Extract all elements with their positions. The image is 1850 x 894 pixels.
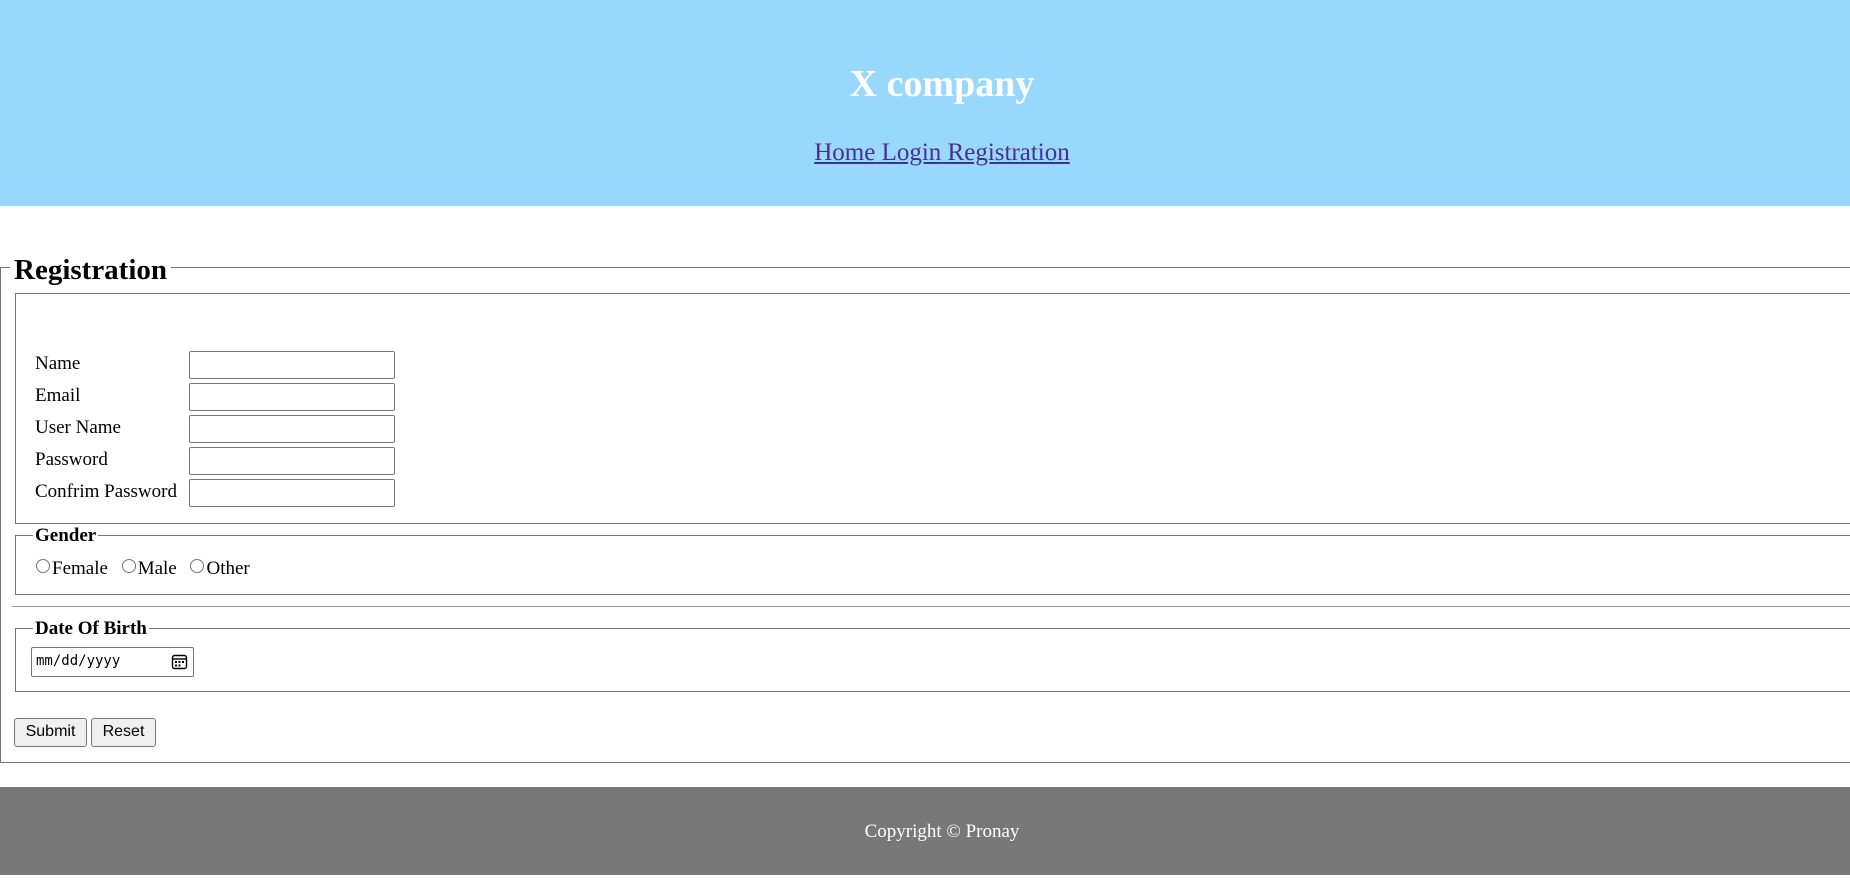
other-label: Other <box>206 558 250 579</box>
copyright-text: Copyright © Pronay <box>864 821 1020 842</box>
section-divider <box>12 606 1850 607</box>
gender-option-female[interactable]: Female <box>36 558 108 579</box>
dob-input[interactable]: mm/dd/yyyy <box>31 647 194 677</box>
female-radio[interactable] <box>36 559 50 573</box>
other-radio[interactable] <box>190 559 205 573</box>
calendar-icon[interactable] <box>171 653 188 670</box>
password-label: Password <box>35 449 108 470</box>
dob-placeholder: mm/dd/yyyy <box>36 653 121 669</box>
gender-legend: Gender <box>33 525 99 547</box>
nav-login-link[interactable]: Login <box>882 139 942 166</box>
name-input[interactable] <box>189 351 395 379</box>
confirm-password-label: Confrim Password <box>35 481 177 502</box>
female-label: Female <box>52 558 108 579</box>
nav-home-link[interactable]: Home <box>814 139 875 166</box>
gender-options: Female Male Other <box>36 556 259 582</box>
submit-button[interactable]: Submit <box>14 718 87 747</box>
gender-fieldset <box>15 535 1850 595</box>
male-radio[interactable] <box>121 559 136 573</box>
username-label: User Name <box>35 417 121 438</box>
gender-option-male[interactable]: Male <box>121 558 177 579</box>
reset-button[interactable]: Reset <box>91 718 156 747</box>
email-label: Email <box>35 385 81 406</box>
male-label: Male <box>137 558 177 579</box>
registration-legend: Registration <box>10 253 172 287</box>
password-input[interactable] <box>189 447 395 475</box>
main-nav: Home Login Registration <box>0 138 1850 168</box>
nav-registration-link[interactable]: Registration <box>948 139 1070 166</box>
confirm-password-input[interactable] <box>189 479 395 507</box>
form-bottom-rule <box>0 762 1850 763</box>
dob-fieldset <box>15 628 1850 692</box>
name-label: Name <box>35 353 81 374</box>
gender-option-other[interactable]: Other <box>190 558 250 579</box>
email-input[interactable] <box>189 383 395 411</box>
site-title: X company <box>849 63 1035 105</box>
username-input[interactable] <box>189 415 395 443</box>
dob-legend: Date Of Birth <box>33 618 149 640</box>
